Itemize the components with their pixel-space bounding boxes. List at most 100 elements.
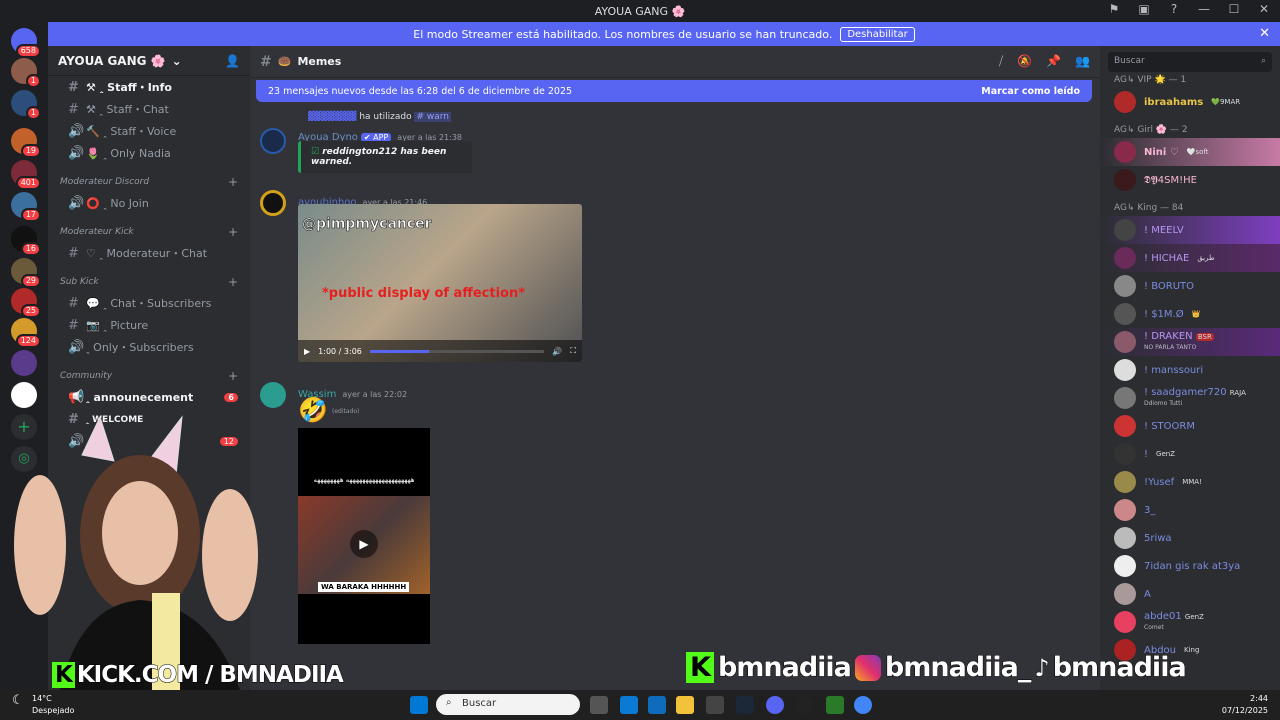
obs-icon[interactable] [796,696,814,714]
channel-staff-chat[interactable]: # ⚒ ꞈ Staff・Chat [56,98,242,120]
server-icon[interactable]: 29 [11,258,41,288]
mark-read-button[interactable]: Marcar como leído [981,86,1080,97]
channel-staff-info[interactable]: # ⚒ ꞈ Staff・Info [56,76,242,98]
channel-only-subscribers[interactable]: 🔊 ꞈ Only・Subscribers [56,336,242,358]
server-icon[interactable]: 401 [11,160,41,190]
category-moderateur-kick[interactable]: Moderateur Kick + [48,222,250,242]
member-item[interactable]: ! DRAKEN BSR NO PARLA TANTO [1100,328,1280,356]
add-channel-icon[interactable]: + [228,175,238,189]
weather-widget[interactable]: ☾ 14°C Despejado [12,693,74,717]
close-button[interactable]: ✕ [1256,2,1272,16]
instagram-icon [854,654,881,681]
server-icon[interactable]: 19 [11,128,41,158]
video-progress[interactable] [369,349,545,353]
server-icon[interactable] [11,382,37,408]
member-item[interactable]: A [1100,580,1280,608]
member-item[interactable]: ! GenZ [1100,440,1280,468]
explorer-icon[interactable] [676,696,694,714]
start-icon[interactable] [410,696,428,714]
server-icon[interactable]: 1 [11,90,41,120]
server-icon[interactable]: 25 [11,288,41,318]
channel-moderateur-chat[interactable]: # ♡ ꞈ Moderateur・Chat [56,242,242,264]
server-icon[interactable]: 124 [11,318,41,348]
command-mention[interactable]: # warn [414,112,452,122]
search-icon: ⌕ [1260,56,1266,66]
video-player[interactable]: @pimpmycancer *public display of affecti… [298,204,582,362]
channel-only-nadia[interactable]: 🔊 🌷 ꞈ Only Nadia [56,142,242,164]
member-item[interactable]: 𝕯𝖄4SM!HE [1100,166,1280,194]
channel-no-join[interactable]: 🔊 ⭕ ꞈ No Join [56,192,242,214]
channel-staff-voice[interactable]: 🔊 🔨 ꞈ Staff・Voice [56,120,242,142]
video-time: 1:00 / 3:06 [318,346,362,356]
avatar[interactable] [260,190,286,216]
add-channel-icon[interactable]: + [228,225,238,239]
avatar[interactable] [260,382,286,408]
member-item[interactable]: ! manssouri [1100,356,1280,384]
member-item[interactable]: ! saadgamer720 RAJA Ddiomo Tutti [1100,384,1280,412]
face [102,481,178,585]
taskbar-search[interactable]: ⌕ Buscar [436,694,580,715]
threads-icon[interactable]: ⧸ [999,54,1003,69]
members-icon[interactable]: 👥 [1075,54,1090,69]
member-item[interactable]: ! $1M.Ø 👑 [1100,300,1280,328]
server-icon[interactable]: 17 [11,192,41,222]
avatar [1114,443,1136,465]
member-item[interactable]: abde01 GenZ Comet [1100,608,1280,636]
channel-announcement[interactable]: 📢 ꞈ announecement 6 [56,386,242,408]
hash-icon: # [260,53,272,70]
member-item[interactable]: !Yusef MMA! [1100,468,1280,496]
task-view-icon[interactable] [590,696,608,714]
chrome-icon[interactable] [854,696,872,714]
new-messages-bar[interactable]: 23 mensajes nuevos desde las 6:28 del 6 … [256,80,1092,102]
mute-icon[interactable]: 🔕 [1017,54,1032,69]
play-icon[interactable]: ▶ [350,530,378,558]
system-tray[interactable]: 2:44 07/12/2025 [1222,693,1268,717]
member-item[interactable]: ibraahams 💚9MAR [1100,88,1280,116]
member-name: 7idan gis rak at3ya [1144,560,1241,572]
disable-streamer-button[interactable]: Deshabilitar [840,26,915,42]
pin-icon[interactable]: 📌 [1046,54,1061,69]
member-item[interactable]: ! MEELV [1100,216,1280,244]
store-icon[interactable] [620,696,638,714]
member-name: 5riwa [1144,532,1172,544]
member-item[interactable]: ! HICHAE طريق [1100,244,1280,272]
category-moderateur-discord[interactable]: Moderateur Discord + [48,172,250,192]
clock-time: 2:44 [1250,694,1268,703]
add-channel-icon[interactable]: + [228,275,238,289]
member-item[interactable]: 3_ [1100,496,1280,524]
channel-chat-subscribers[interactable]: # 💬 ꞈ Chat・Subscribers [56,292,242,314]
member-item[interactable]: 7idan gis rak at3ya [1100,552,1280,580]
home-button[interactable]: 658 [11,28,41,58]
server-header[interactable]: AYOUA GANG 🌸 ⌄ 👤 [48,46,250,76]
maximize-button[interactable]: ☐ [1226,2,1242,16]
app-icon[interactable] [826,696,844,714]
clock-date: 07/12/2025 [1221,706,1268,715]
volume-icon[interactable]: 🔊 [552,347,562,356]
search-input[interactable]: Buscar ⌕ [1108,52,1272,72]
play-icon[interactable]: ▶ [304,347,310,356]
category-community[interactable]: Community + [48,366,250,386]
add-channel-icon[interactable]: + [228,369,238,383]
server-icon[interactable] [11,350,37,376]
server-icon[interactable]: 1 [11,58,41,88]
app-icon[interactable] [706,696,724,714]
channel-picture[interactable]: # 📷 ꞈ Picture [56,314,242,336]
inbox-icon[interactable]: ⚑ [1106,2,1122,16]
member-item[interactable]: 5riwa [1100,524,1280,552]
help-icon[interactable]: ? [1166,2,1182,16]
outlook-icon[interactable] [648,696,666,714]
minimize-button[interactable]: — [1196,2,1212,16]
steam-icon[interactable] [736,696,754,714]
chevron-down-icon: ⌄ [171,53,182,68]
member-item[interactable]: ! BORUTO [1100,272,1280,300]
invite-icon[interactable]: 👤 [225,54,240,68]
screen-icon[interactable]: ▣ [1136,2,1152,16]
avatar[interactable] [260,128,286,154]
server-icon[interactable]: 16 [11,226,41,256]
discord-icon[interactable] [766,696,784,714]
fullscreen-icon[interactable]: ⛶ [570,346,576,356]
category-sub-kick[interactable]: Sub Kick + [48,272,250,292]
close-icon[interactable]: ✕ [1259,26,1270,41]
member-item[interactable]: Nini ♡ 🤍soft [1100,138,1280,166]
member-item[interactable]: ! STOORM [1100,412,1280,440]
